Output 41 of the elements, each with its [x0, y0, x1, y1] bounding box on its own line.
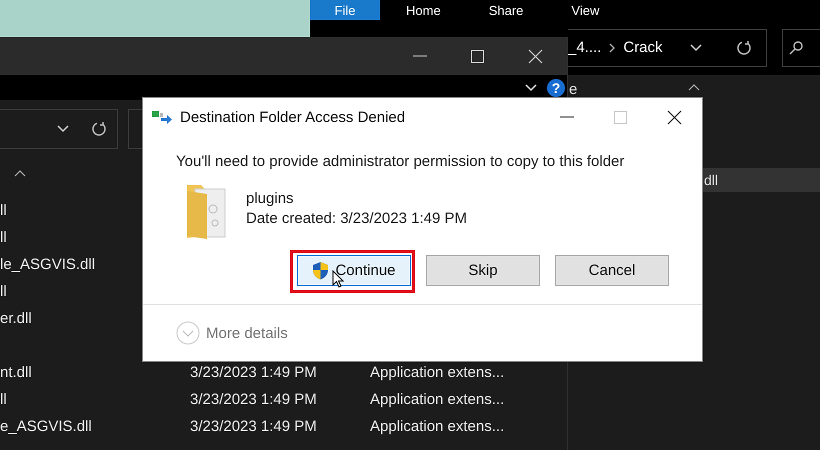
dialog-button[interactable]: Skip: [426, 255, 540, 286]
ribbon-tab[interactable]: View: [557, 0, 614, 20]
close-icon[interactable]: [667, 110, 682, 124]
folder-name: plugins: [246, 190, 295, 207]
more-details-link[interactable]: More details: [206, 324, 288, 342]
refresh-icon[interactable]: [91, 121, 107, 137]
minimize-icon[interactable]: [560, 116, 574, 118]
file-name[interactable]: nt.dll: [0, 364, 190, 381]
help-button[interactable]: ?: [547, 78, 565, 96]
search-icon: [789, 40, 804, 54]
column-header[interactable]: e: [569, 81, 578, 98]
dialog-button[interactable]: Cancel: [555, 255, 669, 286]
continue-button[interactable]: Continue: [297, 255, 411, 286]
maximize-icon[interactable]: [471, 50, 484, 62]
ribbon-tab[interactable]: File: [310, 0, 380, 20]
ribbon-tab[interactable]: Share: [474, 0, 538, 20]
search-field[interactable]: [782, 28, 820, 66]
type-cell-text: Application extens...: [370, 364, 506, 381]
ribbon-tab[interactable]: Home: [392, 0, 455, 20]
type-cell-text: Application extens...: [370, 391, 506, 408]
breadcrumb-separator-icon: [609, 42, 616, 52]
chevron-down-icon[interactable]: [57, 125, 69, 133]
folder-date: Date created: 3/23/2023 1:49 PM: [246, 210, 467, 227]
file-name[interactable]: e_ASGVIS.dll: [0, 418, 190, 435]
address-bar[interactable]: _4.... Crack: [568, 28, 768, 66]
breadcrumb-segment[interactable]: _4....: [568, 39, 602, 56]
date-cell-text: 3/23/2023 1:49 PM: [190, 418, 318, 435]
shield-icon: [312, 261, 330, 280]
date-cell-text: 3/23/2023 1:49 PM: [190, 391, 318, 408]
copy-transfer-icon: [152, 110, 172, 124]
expand-ribbon-icon[interactable]: [525, 84, 537, 92]
breadcrumb-segment[interactable]: Crack: [623, 39, 663, 56]
file-name[interactable]: ll: [0, 391, 190, 408]
type-cell-text: Application extens...: [370, 418, 506, 435]
dialog-title: Destination Folder Access Denied: [180, 108, 406, 126]
dialog-message: You'll need to provide administrator permission to copy to this folder: [175, 152, 626, 170]
sort-up-icon[interactable]: [688, 84, 700, 91]
sort-up-icon[interactable]: [14, 170, 26, 176]
date-cell-text: 3/23/2023 1:49 PM: [190, 364, 318, 381]
chevron-down-icon[interactable]: [690, 44, 702, 52]
refresh-icon[interactable]: [736, 40, 752, 56]
